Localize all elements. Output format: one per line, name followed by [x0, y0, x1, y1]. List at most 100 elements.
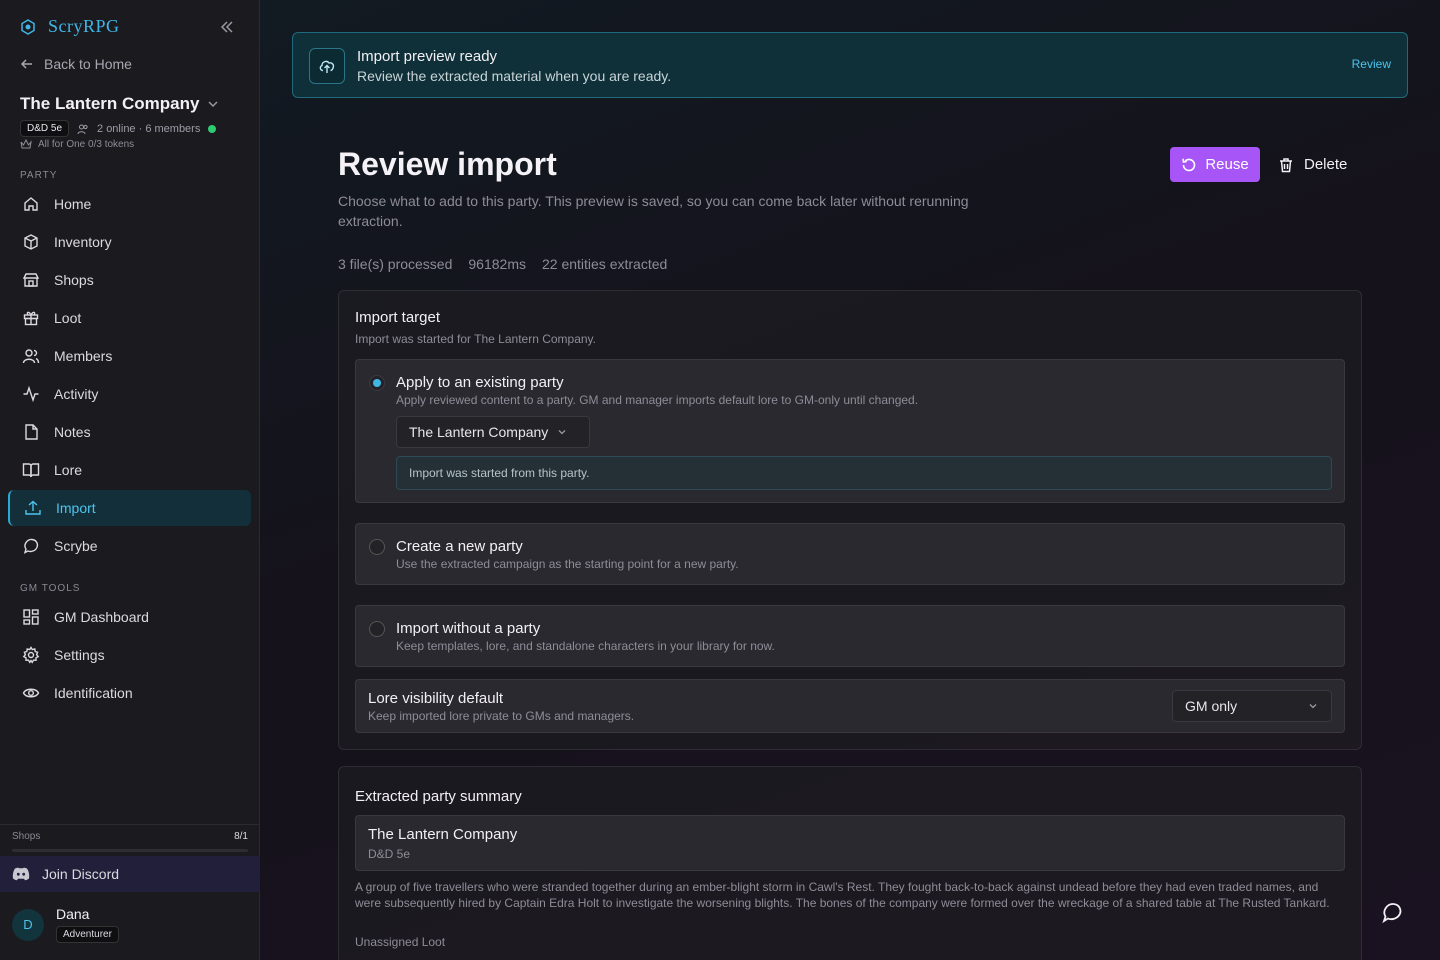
nav-item-identification[interactable]: Identification — [8, 675, 251, 711]
logo-icon — [21, 18, 35, 35]
nav-label: Settings — [54, 647, 105, 663]
sidebar: ScryRPG Back to Home The Lantern Company… — [0, 0, 260, 960]
option-new-party[interactable]: Create a new party Use the extracted cam… — [355, 523, 1345, 585]
chevron-down-icon — [1309, 704, 1317, 709]
nav-item-settings[interactable]: Settings — [8, 637, 251, 673]
users-icon — [22, 349, 40, 364]
package-icon — [24, 234, 38, 250]
book-icon — [22, 463, 40, 478]
discord-label: Join Discord — [42, 866, 120, 882]
banner-review-link[interactable]: Review — [1352, 57, 1391, 71]
nav-item-scrybe[interactable]: Scrybe — [8, 528, 251, 564]
dashboard-icon — [23, 609, 39, 625]
party-switcher[interactable]: The Lantern Company — [20, 94, 219, 114]
crown-icon — [20, 138, 32, 149]
nav-label: Notes — [54, 424, 91, 440]
option-existing-party[interactable]: Apply to an existing party Apply reviewe… — [355, 359, 1345, 503]
nav-label: Members — [54, 348, 113, 364]
lore-visibility-value: GM only — [1185, 698, 1238, 714]
stat-files: 3 file(s) processed — [338, 256, 453, 272]
summary-description: A group of five travellers who were stra… — [355, 880, 1330, 910]
arrow-left-icon — [20, 59, 32, 69]
store-icon — [22, 273, 40, 287]
import-target-title: Import target — [355, 309, 441, 326]
stat-entities: 22 entities extracted — [541, 256, 668, 272]
gift-icon — [23, 311, 39, 326]
option-no-party[interactable]: Import without a party Keep templates, l… — [355, 605, 1345, 667]
nav-label: Lore — [54, 462, 83, 478]
party-tokens: All for One 0/3 tokens — [20, 138, 134, 150]
delete-button[interactable]: Delete — [1278, 147, 1347, 182]
eye-icon — [22, 688, 40, 698]
nav-label: Identification — [54, 685, 133, 701]
users-icon — [77, 124, 88, 134]
user-role-badge: Adventurer — [56, 926, 119, 943]
radio-new-party[interactable] — [369, 539, 385, 555]
party-select-value: The Lantern Company — [409, 424, 549, 440]
reuse-button[interactable]: Reuse — [1170, 147, 1260, 182]
nav-item-notes[interactable]: Notes — [8, 414, 251, 450]
online-indicator — [208, 124, 217, 133]
import-target-subtitle: Import was started for The Lantern Compa… — [355, 332, 597, 346]
nav-label: Inventory — [54, 234, 112, 250]
nav-item-loot[interactable]: Loot — [8, 300, 251, 336]
option-subtitle: Use the extracted campaign as the starti… — [396, 557, 739, 571]
trash-icon — [1280, 157, 1292, 172]
nav-item-import[interactable]: Import — [8, 490, 251, 526]
user-name: Dana — [56, 906, 90, 922]
nav-item-activity[interactable]: Activity — [8, 376, 251, 412]
tokens-text: All for One 0/3 tokens — [38, 138, 135, 150]
lore-visibility-title: Lore visibility default — [368, 690, 504, 707]
shops-usage: Shops 8/1 — [0, 824, 260, 856]
brand-name: ScryRPG — [48, 16, 120, 36]
option-subtitle: Keep templates, lore, and standalone cha… — [396, 639, 775, 653]
option-subtitle: Apply reviewed content to a party. GM an… — [396, 393, 919, 407]
delete-label: Delete — [1304, 156, 1348, 173]
system-badge: D&D 5e — [20, 120, 70, 137]
nav-item-gm-dashboard[interactable]: GM Dashboard — [8, 599, 251, 635]
lore-visibility-select[interactable]: GM only — [1172, 690, 1332, 722]
back-to-home-link[interactable]: Back to Home — [20, 56, 132, 72]
nav-label: Activity — [54, 386, 99, 402]
option-title: Apply to an existing party — [396, 374, 564, 391]
presence-text: 2 online · 6 members — [97, 122, 201, 135]
discord-icon — [12, 867, 30, 881]
nav-item-home[interactable]: Home — [8, 186, 251, 222]
collapse-sidebar-icon[interactable] — [218, 18, 236, 36]
reuse-label: Reuse — [1205, 156, 1249, 173]
chat-bubble-icon[interactable] — [1380, 900, 1404, 924]
banner-subtitle: Review the extracted material when you a… — [357, 68, 672, 84]
nav-label: Loot — [54, 310, 82, 326]
party-meta: D&D 5e 2 online · 6 members — [20, 120, 217, 137]
nav-label: Import — [56, 500, 96, 516]
shops-usage-count: 8/1 — [234, 831, 248, 842]
radio-existing-party[interactable] — [369, 375, 385, 391]
brand[interactable]: ScryRPG — [20, 16, 120, 37]
nav-item-lore[interactable]: Lore — [8, 452, 251, 488]
join-discord-button[interactable]: Join Discord — [0, 856, 260, 892]
page-description: Choose what to add to this party. This p… — [338, 193, 969, 229]
party-select[interactable]: The Lantern Company — [396, 416, 590, 448]
user-profile[interactable]: D Dana Adventurer — [12, 906, 119, 943]
summary-title: Extracted party summary — [355, 788, 522, 805]
import-target-card: Import target Import was started for The… — [338, 290, 1362, 750]
nav-item-members[interactable]: Members — [8, 338, 251, 374]
shops-usage-track — [12, 849, 248, 852]
summary-party-name: The Lantern Company — [368, 826, 518, 843]
party-info: Import was started from this party. — [396, 456, 1332, 490]
option-title: Create a new party — [396, 538, 523, 555]
chat-icon — [23, 538, 39, 554]
radio-no-party[interactable] — [369, 621, 385, 637]
summary-party-box: The Lantern Company D&D 5e — [355, 815, 1345, 871]
nav-label: GM Dashboard — [54, 609, 149, 625]
upload-icon — [25, 500, 41, 515]
party-name: The Lantern Company — [20, 94, 200, 113]
gm-section-label: GM TOOLS — [20, 583, 81, 594]
nav-item-inventory[interactable]: Inventory — [8, 224, 251, 260]
gear-icon — [22, 646, 40, 664]
summary-system: D&D 5e — [368, 847, 411, 861]
option-title: Import without a party — [396, 620, 541, 637]
banner-title: Import preview ready — [357, 48, 498, 65]
nav-item-shops[interactable]: Shops — [8, 262, 251, 298]
avatar: D — [12, 908, 44, 941]
